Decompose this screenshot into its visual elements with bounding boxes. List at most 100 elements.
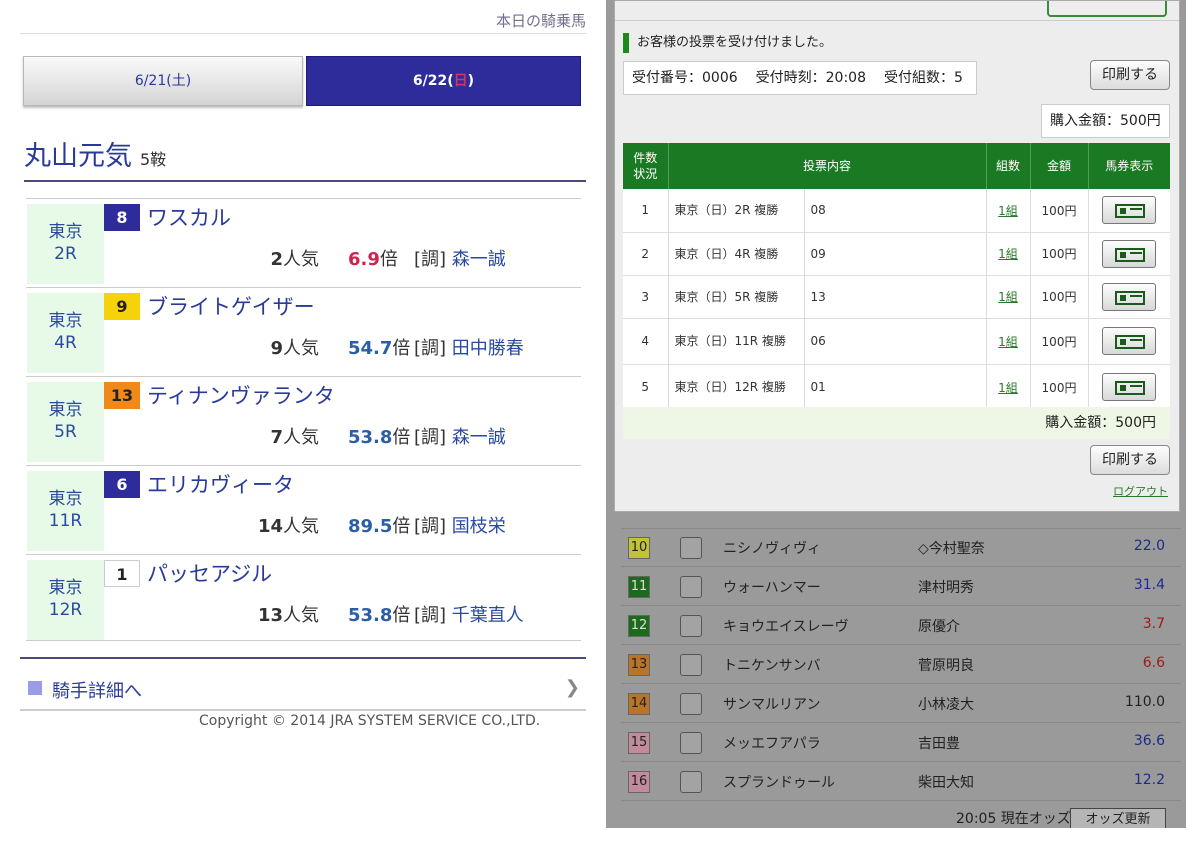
trainer-name[interactable]: 森一誠 — [452, 249, 506, 270]
odds-value: 36.6 — [1133, 733, 1165, 749]
trainer-prefix: [調] — [414, 249, 447, 270]
bet-kumi-link[interactable]: 1組 — [998, 381, 1018, 395]
ticket-icon — [1115, 335, 1146, 349]
odds-suffix: 倍 — [392, 338, 411, 359]
race-row[interactable]: 東京 11R 6 エリカヴィータ 14人気 89.5倍 [調] 国枝栄 — [26, 465, 581, 553]
jockey-detail-link[interactable]: 騎手詳細へ ❯ — [20, 657, 586, 711]
bet-row: 5 東京（日）12R 複勝 01 1組 100円 — [623, 364, 1170, 411]
horse-name[interactable]: パッセアジル — [147, 558, 272, 588]
odds: 54.7倍 — [348, 334, 410, 360]
bet-kumi-link[interactable]: 1組 — [998, 204, 1018, 218]
popularity-suffix: 人気 — [283, 249, 319, 270]
tab-paren: ) — [467, 73, 475, 89]
bet-checkbox[interactable] — [680, 615, 702, 637]
trainer-name[interactable]: 森一誠 — [452, 427, 506, 448]
bet-race: 東京（日）12R 複勝 — [668, 364, 805, 411]
horse-number-badge: 6 — [104, 471, 140, 498]
show-ticket-button[interactable] — [1102, 196, 1157, 225]
horse-name[interactable]: エリカヴィータ — [147, 469, 294, 499]
logout-link[interactable]: ログアウト — [1113, 483, 1168, 499]
jockey-rides-page: 本日の騎乗馬 6/21(土) 6/22(日) 丸山元気 5鞍 東京 2R 8 ワスカル 2… — [0, 0, 600, 841]
popularity-suffix: 人気 — [283, 605, 319, 626]
horse-name: メッエフアパラ — [723, 736, 821, 752]
trainer: [調] 田中勝春 — [414, 334, 524, 360]
race-row[interactable]: 東京 5R 13 ティナンヴァランタ 7人気 53.8倍 [調] 森一誠 — [26, 376, 581, 464]
show-ticket-button[interactable] — [1102, 327, 1157, 355]
bet-checkbox[interactable] — [680, 732, 702, 754]
col-header-content: 投票内容 — [668, 143, 987, 189]
horse-number-badge: 12 — [628, 615, 650, 637]
race-row[interactable]: 東京 12R 1 パッセアジル 13人気 53.8倍 [調] 千葉直人 — [26, 554, 581, 642]
odds-suffix: 倍 — [392, 516, 411, 537]
horse-name: ウォーハンマー — [723, 580, 821, 596]
bet-no: 3 — [623, 275, 669, 319]
show-ticket-button[interactable] — [1102, 373, 1157, 401]
bet-amount: 100円 — [1030, 364, 1089, 411]
odds-row: 16 スプランドゥール 柴田大知 12.2 — [621, 762, 1181, 801]
bet-checkbox[interactable] — [680, 537, 702, 559]
rides-count: 5鞍 — [140, 150, 167, 169]
race-row[interactable]: 東京 2R 8 ワスカル 2人気 6.9倍 [調] 森一誠 — [26, 198, 581, 286]
show-ticket-button[interactable] — [1102, 239, 1157, 268]
odds-value: 22.0 — [1133, 538, 1165, 554]
popularity: 13人気 — [258, 601, 319, 627]
trainer-name[interactable]: 国枝栄 — [452, 516, 506, 537]
bet-checkbox[interactable] — [680, 654, 702, 676]
trainer: [調] 千葉直人 — [414, 601, 524, 627]
jockey-name: 菅原明良 — [918, 658, 974, 674]
bet-kumi-link[interactable]: 1組 — [998, 247, 1018, 261]
print-button[interactable]: 印刷する — [1090, 60, 1170, 90]
today-rides-link[interactable]: 本日の騎乗馬 — [20, 10, 586, 34]
bet-row: 2 東京（日）4R 複勝 09 1組 100円 — [623, 232, 1170, 276]
tab-sat[interactable]: 6/21(土) — [23, 56, 303, 106]
race-stats: 7人気 53.8倍 [調] 森一誠 — [26, 423, 581, 451]
odds-row: 14 サンマルリアン 小林凌大 110.0 — [621, 684, 1181, 723]
horse-name[interactable]: ティナンヴァランタ — [147, 380, 335, 410]
print-button-bottom[interactable]: 印刷する — [1090, 445, 1170, 475]
ticket-cell — [1088, 189, 1170, 233]
bet-race: 東京（日）4R 複勝 — [668, 232, 805, 276]
total-amount: 購入金額：500円 — [1041, 104, 1170, 138]
horse-name: トニケンサンバ — [723, 658, 821, 674]
bet-horse-number: 09 — [804, 232, 987, 276]
ticket-cell — [1088, 232, 1170, 276]
bet-checkbox[interactable] — [680, 693, 702, 715]
horse-number-badge: 13 — [104, 382, 140, 409]
jockey-name: 丸山元気 — [24, 141, 132, 172]
trainer-prefix: [調] — [414, 338, 447, 359]
show-ticket-button[interactable] — [1102, 282, 1157, 311]
ticket-cell — [1088, 275, 1170, 319]
odds-row: 15 メッエフアパラ 吉田豊 36.6 — [621, 723, 1181, 762]
trainer-name[interactable]: 田中勝春 — [452, 338, 524, 359]
trainer-name[interactable]: 千葉直人 — [452, 605, 524, 626]
bet-checkbox[interactable] — [680, 771, 702, 793]
bet-no: 2 — [623, 232, 669, 276]
bet-confirmation-dialog: お客様の投票を受け付けました。 受付番号：0006 受付時刻：20:08 受付組数：… — [614, 0, 1180, 512]
bet-kumi-link[interactable]: 1組 — [998, 335, 1018, 349]
odds: 53.8倍 — [348, 601, 410, 627]
jockey-name: 津村明秀 — [918, 580, 974, 596]
horse-name[interactable]: ワスカル — [147, 202, 231, 232]
odds-row: 13 トニケンサンバ 菅原明良 6.6 — [621, 645, 1181, 684]
tab-sun[interactable]: 6/22(日) — [306, 56, 581, 106]
bet-race: 東京（日）11R 複勝 — [668, 318, 805, 365]
odds-value: 89.5 — [348, 516, 393, 537]
odds-update-button[interactable]: オッズ更新 — [1070, 808, 1166, 828]
odds: 6.9倍 — [348, 245, 398, 271]
bet-kumi-link[interactable]: 1組 — [998, 290, 1018, 304]
race-stats: 2人気 6.9倍 [調] 森一誠 — [26, 245, 581, 273]
odds-value: 53.8 — [348, 427, 393, 448]
bet-kumi-cell: 1組 — [986, 364, 1031, 411]
bet-kumi-cell: 1組 — [986, 275, 1031, 319]
horse-name[interactable]: ブライトゲイザー — [147, 291, 315, 321]
race-row[interactable]: 東京 4R 9 ブライトゲイザー 9人気 54.7倍 [調] 田中勝春 — [26, 287, 581, 375]
bet-checkbox[interactable] — [680, 576, 702, 598]
tab-date-label: 6/22( — [412, 73, 454, 89]
horse-name: ニシノヴィヴィ — [723, 541, 821, 557]
odds-suffix: 倍 — [379, 249, 398, 270]
horse-number-badge: 8 — [104, 204, 140, 231]
bet-row: 3 東京（日）5R 複勝 13 1組 100円 — [623, 275, 1170, 319]
ticket-icon — [1115, 290, 1146, 305]
horse-name: スプランドゥール — [723, 775, 835, 791]
tab-dow-label: 土 — [171, 73, 186, 89]
